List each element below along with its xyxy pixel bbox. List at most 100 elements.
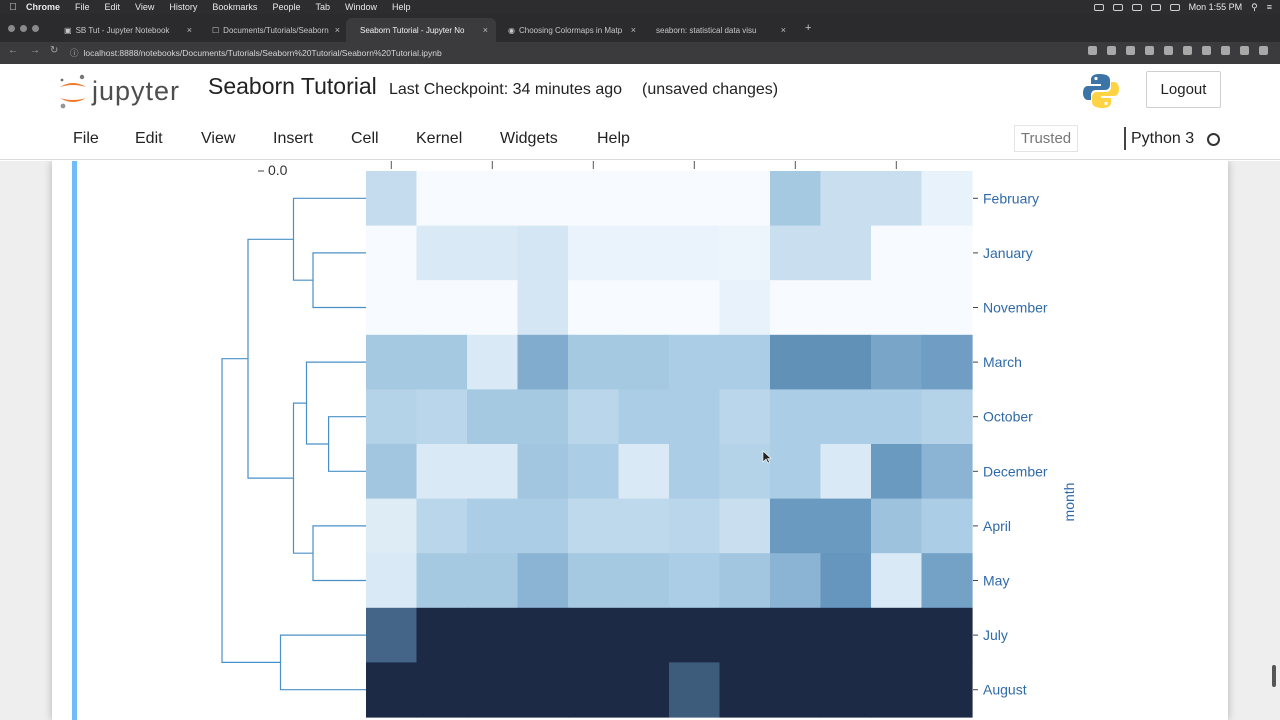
browser-tab[interactable]: ◉ Choosing Colormaps in Matp × <box>494 18 644 42</box>
apple-menu-icon[interactable]:  <box>0 2 26 13</box>
heatmap-cell <box>871 280 923 336</box>
zoom-icon[interactable] <box>1088 46 1097 55</box>
close-tab-icon[interactable]: × <box>187 25 192 35</box>
jupyter-logo[interactable]: jupyter <box>58 70 193 114</box>
browser-tab[interactable]: seaborn: statistical data visu × <box>642 18 794 42</box>
heatmap-cell <box>719 389 771 445</box>
reload-icon[interactable]: ↻ <box>50 45 58 56</box>
browser-tab-active[interactable]: Seaborn Tutorial - Jupyter No × <box>346 18 496 42</box>
extension-icon[interactable] <box>1183 46 1192 55</box>
heatmap-cell <box>416 444 468 500</box>
notebook-area[interactable]: 0.0 February January November March October D… <box>0 161 1280 720</box>
menu-tab[interactable]: Tab <box>315 2 330 12</box>
kernel-status-icon <box>1207 133 1220 146</box>
jupyter-menu-file[interactable]: File <box>73 130 99 148</box>
close-tab-icon[interactable]: × <box>781 25 786 35</box>
jupyter-menu-help[interactable]: Help <box>597 130 630 148</box>
status-icon[interactable] <box>1131 3 1142 11</box>
x-ticks <box>390 161 897 169</box>
control-center-icon[interactable]: ≡ <box>1267 2 1272 12</box>
new-tab-button[interactable]: + <box>805 22 811 34</box>
menu-view[interactable]: View <box>135 2 154 12</box>
trusted-indicator[interactable]: Trusted <box>1014 125 1078 152</box>
heatmap-cell <box>467 607 519 663</box>
status-icon[interactable] <box>1093 3 1104 11</box>
heatmap-cell <box>871 225 923 281</box>
battery-icon[interactable] <box>1169 3 1180 11</box>
close-tab-icon[interactable]: × <box>335 25 340 35</box>
jupyter-menu-kernel[interactable]: Kernel <box>416 130 462 148</box>
folder-favicon-icon: ☐ <box>212 25 220 35</box>
heatmap-cell <box>770 171 822 227</box>
clustermap-plot: 0.0 February January November March October D… <box>221 161 1077 718</box>
row-dendrogram <box>221 197 366 691</box>
jupyter-menu-insert[interactable]: Insert <box>273 130 313 148</box>
heatmap-cell <box>416 171 468 227</box>
info-icon[interactable]: ⓘ <box>70 47 79 59</box>
heatmap-cell <box>820 389 872 445</box>
spotlight-search-icon[interactable]: ⚲ <box>1251 2 1258 13</box>
menu-history[interactable]: History <box>169 2 197 12</box>
wifi-icon[interactable] <box>1150 3 1161 11</box>
jupyter-header: jupyter Seaborn Tutorial Last Checkpoint… <box>0 64 1280 117</box>
heatmap-cell <box>366 553 418 609</box>
menu-bookmarks[interactable]: Bookmarks <box>212 2 257 12</box>
close-tab-icon[interactable]: × <box>631 25 636 35</box>
menu-edit[interactable]: Edit <box>105 2 121 12</box>
window-controls[interactable] <box>8 25 39 32</box>
heatmap-cell <box>416 662 468 718</box>
logout-button[interactable]: Logout <box>1146 71 1221 108</box>
extension-icon[interactable] <box>1145 46 1154 55</box>
heatmap-cell <box>568 225 620 281</box>
heatmap-cell <box>618 553 670 609</box>
forward-icon[interactable]: → <box>30 45 40 56</box>
menu-file[interactable]: File <box>75 2 90 12</box>
heatmap-cell <box>517 389 569 445</box>
kernel-name[interactable]: Python 3 <box>1131 130 1194 148</box>
close-tab-icon[interactable]: × <box>483 25 488 35</box>
notebook-title[interactable]: Seaborn Tutorial <box>208 73 377 100</box>
scrollbar-thumb[interactable] <box>1272 665 1276 687</box>
bookmark-star-icon[interactable] <box>1107 46 1116 55</box>
heatmap-cell <box>618 498 670 554</box>
extension-icon[interactable] <box>1221 46 1230 55</box>
heatmap-cell <box>871 498 923 554</box>
menu-window[interactable]: Window <box>345 2 377 12</box>
chrome-menu-icon[interactable] <box>1259 46 1268 55</box>
jupyter-menu-view[interactable]: View <box>201 130 235 148</box>
clock[interactable]: Mon 1:55 PM <box>1189 2 1243 12</box>
status-icon[interactable] <box>1112 3 1123 11</box>
checkpoint-status: Last Checkpoint: 34 minutes ago <box>389 81 623 98</box>
jupyter-menu-widgets[interactable]: Widgets <box>500 130 558 148</box>
heatmap-cell <box>366 171 418 227</box>
heatmap-cell <box>467 662 519 718</box>
heatmap-cell <box>921 334 973 390</box>
extension-icon[interactable] <box>1164 46 1173 55</box>
heatmap-cell <box>669 498 721 554</box>
jupyter-favicon-icon: ▣ <box>64 25 72 35</box>
menu-people[interactable]: People <box>272 2 300 12</box>
heatmap-cell <box>366 662 418 718</box>
heatmap-cell <box>921 225 973 281</box>
menu-help[interactable]: Help <box>392 2 411 12</box>
heatmap-cell <box>669 444 721 500</box>
extension-icon[interactable] <box>1202 46 1211 55</box>
back-icon[interactable]: ← <box>8 45 18 56</box>
menu-chrome[interactable]: Chrome <box>26 2 60 12</box>
extension-icon[interactable] <box>1126 46 1135 55</box>
browser-tab[interactable]: ☐ Documents/Tutorials/Seaborn × <box>198 18 348 42</box>
heatmap-cell <box>467 334 519 390</box>
heatmap-cell <box>669 662 721 718</box>
dendrogram-link <box>312 525 366 582</box>
jupyter-menu-edit[interactable]: Edit <box>135 130 163 148</box>
heatmap-cell <box>921 444 973 500</box>
row-labels: February January November March October Decem… <box>973 190 1048 698</box>
browser-tab[interactable]: ▣ SB Tut - Jupyter Notebook × <box>50 18 200 42</box>
heatmap-cell <box>416 498 468 554</box>
heatmap-cell <box>770 444 822 500</box>
jupyter-menu-cell[interactable]: Cell <box>351 130 379 148</box>
row-label: May <box>983 573 1009 589</box>
url-field[interactable]: ⓘ localhost:8888/notebooks/Documents/Tut… <box>70 45 1080 61</box>
extension-icon[interactable] <box>1240 46 1249 55</box>
row-label: December <box>983 463 1048 479</box>
